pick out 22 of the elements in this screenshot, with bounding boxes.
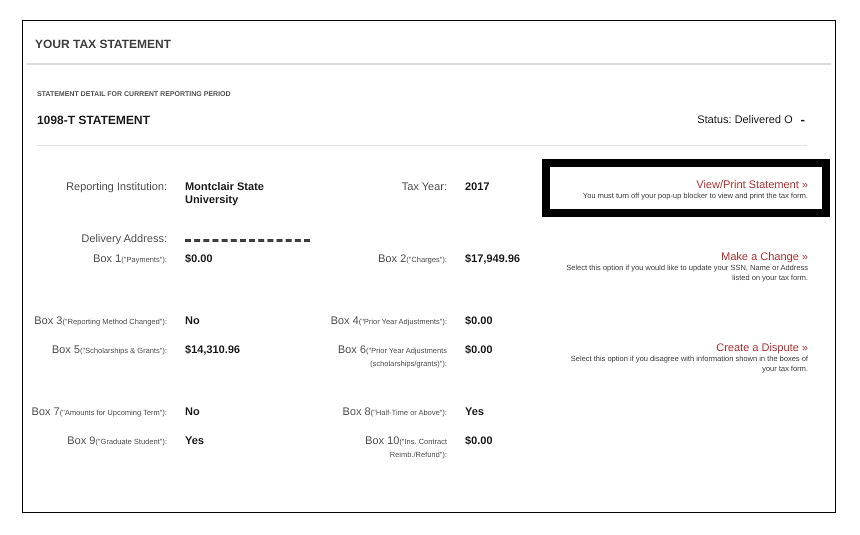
field-value: $0.00 (465, 315, 493, 327)
field-value: $0.00 (185, 253, 213, 265)
field-label: Reporting Institution: (65, 181, 167, 195)
field-value: 2017 (465, 181, 490, 193)
field-label: Tax Year: (402, 182, 447, 193)
panel-title: YOUR TAX STATEMENT (27, 21, 831, 65)
field-value: $0.00 (465, 435, 493, 447)
field-value: $17,949.96 (465, 253, 520, 265)
field-label: Delivery Address: (80, 233, 167, 247)
action-link[interactable]: Make a Change » (558, 251, 808, 263)
statement-heading: 1098-T STATEMENT (37, 112, 151, 126)
field-value: No (185, 315, 200, 327)
collapse-button[interactable]: - (798, 112, 807, 127)
field-value: Yes (185, 435, 204, 447)
field-value: Montclair State University (185, 181, 264, 206)
action-link[interactable]: Create a Dispute » (558, 342, 808, 354)
field-value: No (185, 406, 200, 418)
action-link[interactable]: View/Print Statement » (558, 179, 808, 191)
field-value: Yes (465, 406, 484, 418)
field-value: $14,310.96 (185, 344, 240, 356)
field-value: $0.00 (465, 344, 493, 356)
status-text: Status: Delivered O (697, 114, 793, 126)
